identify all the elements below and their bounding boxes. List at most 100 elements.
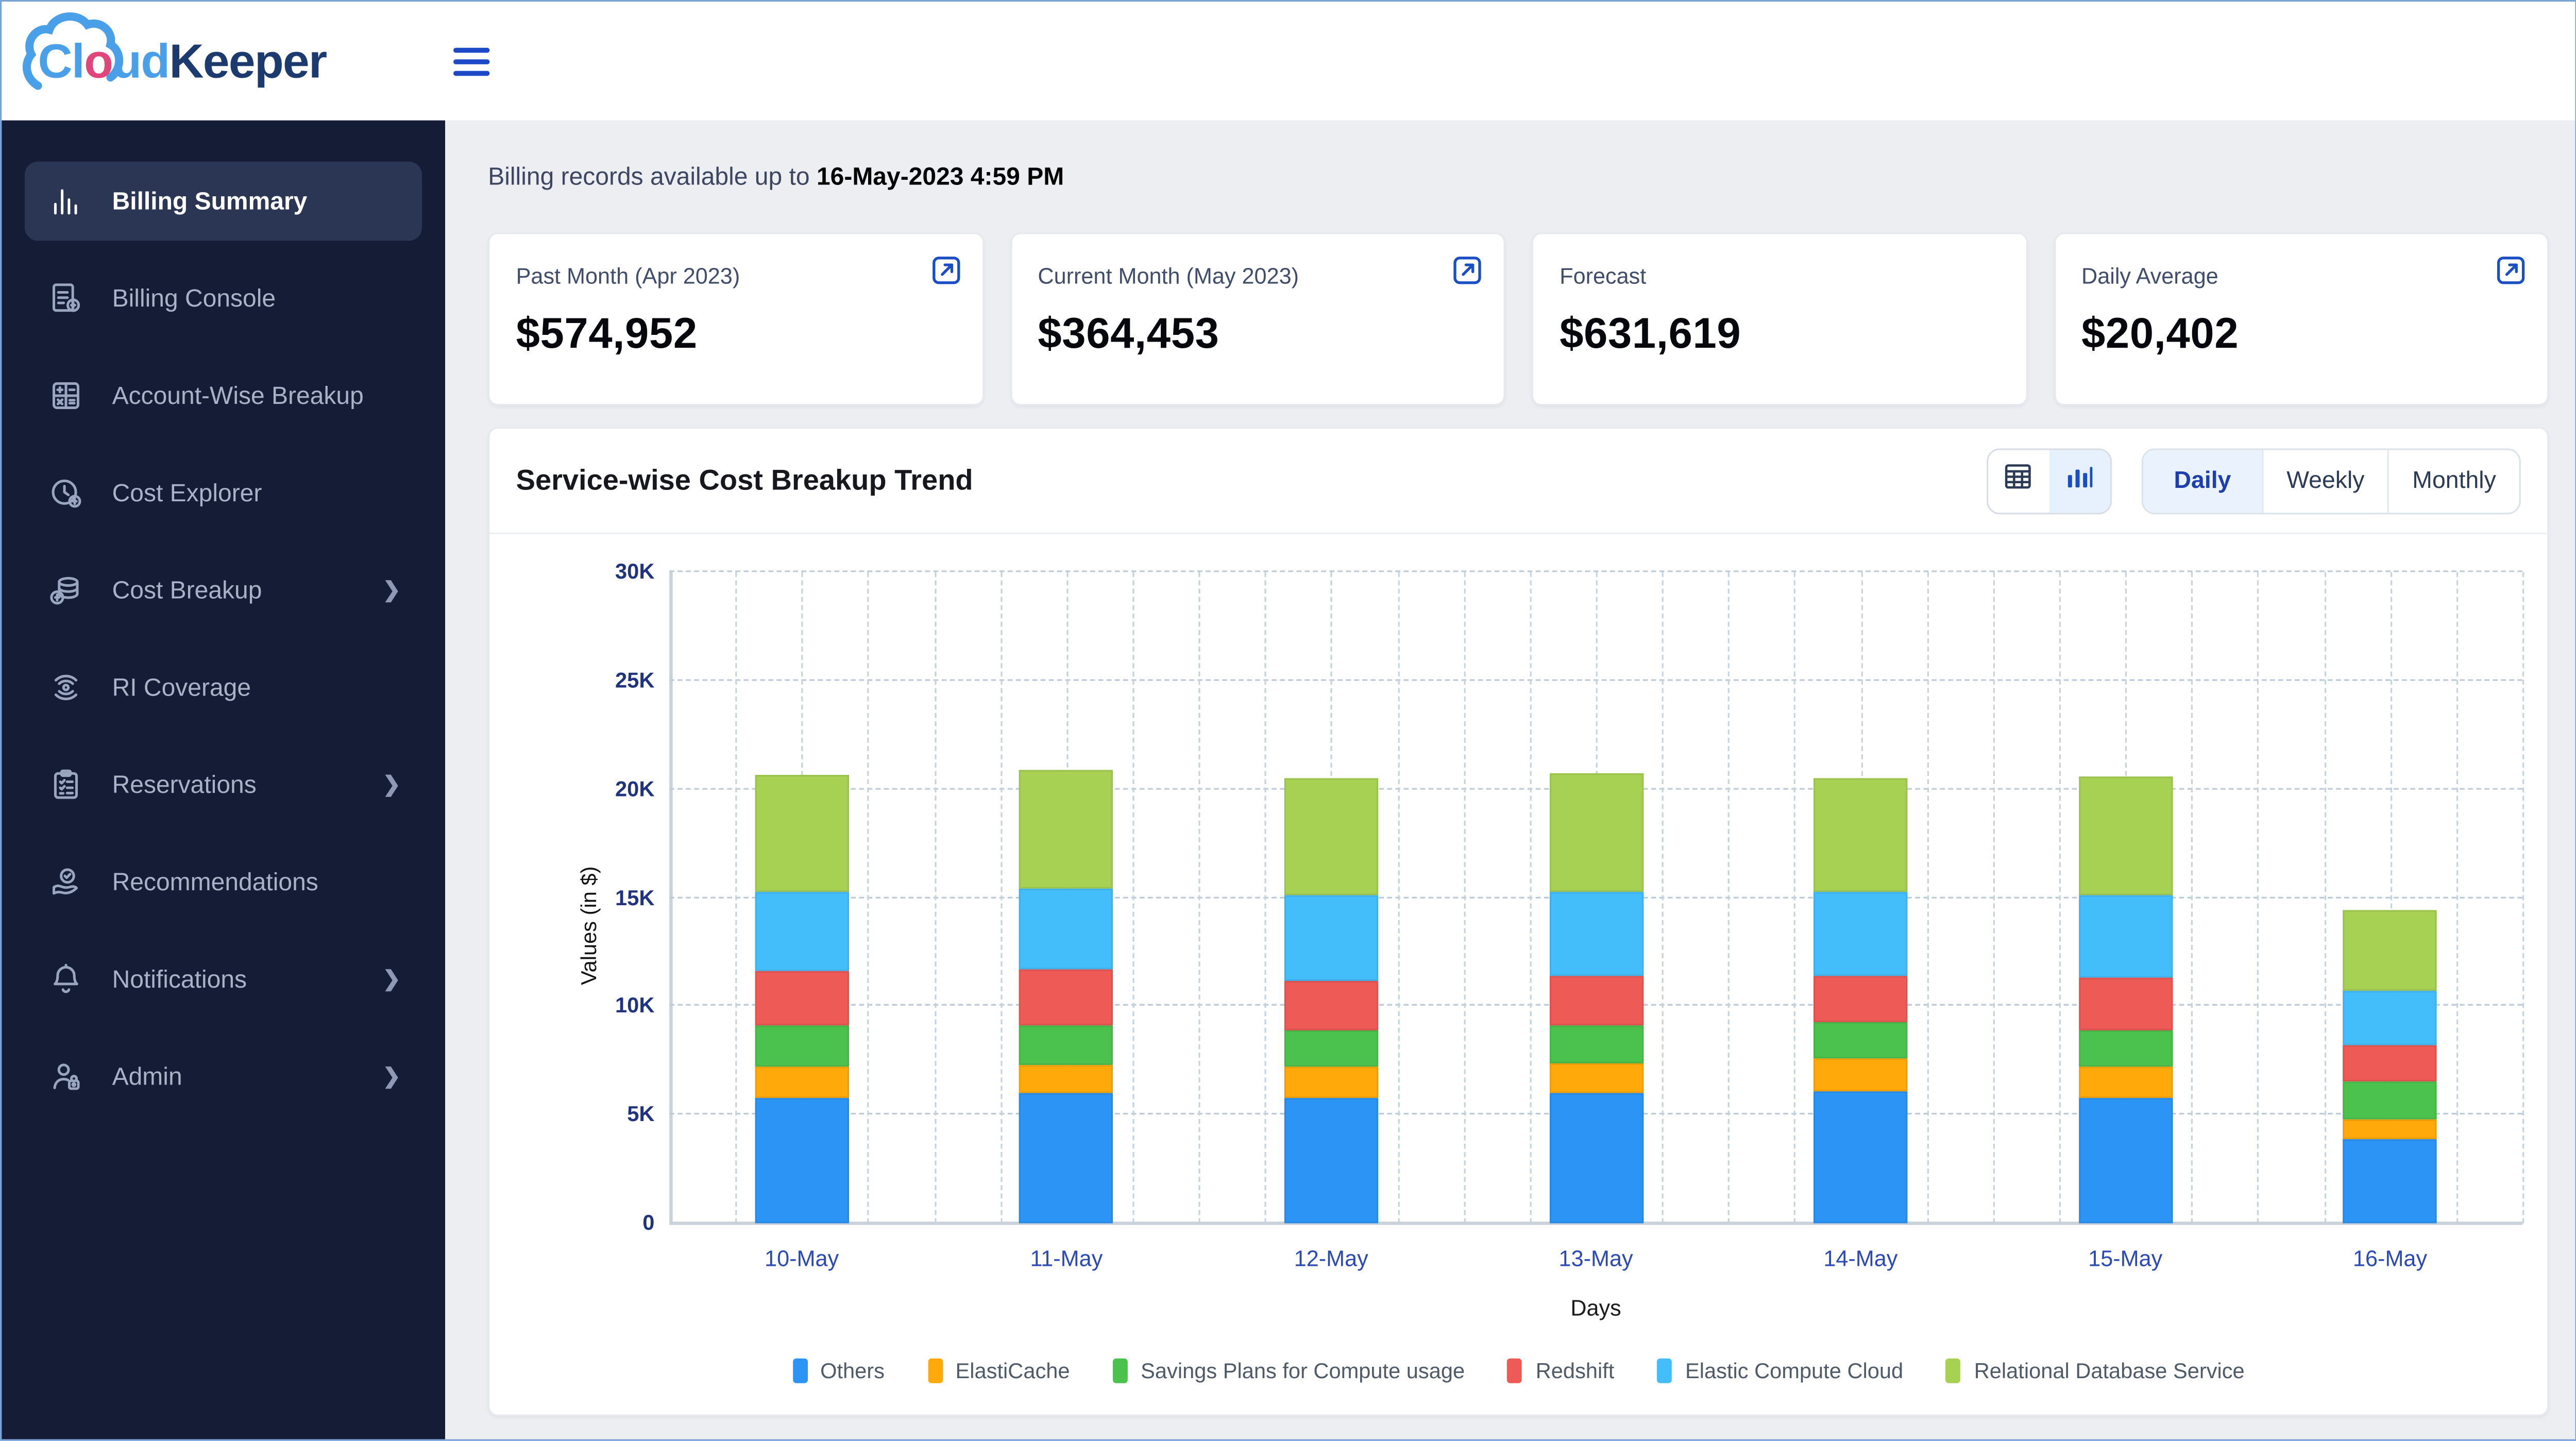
bar-segment-elasticache[interactable] (2343, 1119, 2437, 1139)
clipboard-icon (46, 765, 86, 805)
bar-segment-others[interactable] (755, 1097, 849, 1223)
external-link-icon[interactable] (2495, 254, 2528, 287)
tab-monthly[interactable]: Monthly (2387, 449, 2519, 512)
bar-chart-icon (46, 181, 86, 221)
external-link-icon[interactable] (929, 254, 962, 287)
bar-segment-redshift[interactable] (1814, 976, 1907, 1021)
stacked-bar-10-may[interactable] (755, 774, 849, 1223)
bar-segment-others[interactable] (2078, 1097, 2172, 1223)
bar-segment-elastic-compute-cloud[interactable] (1814, 891, 1907, 976)
bar-segment-savings-plans-for-compute-usage[interactable] (1020, 1026, 1113, 1065)
sidebar-item-billing-console[interactable]: Billing Console (25, 259, 422, 338)
bar-segment-elasticache[interactable] (755, 1067, 849, 1097)
stacked-bar-16-may[interactable] (2343, 911, 2437, 1224)
stacked-bar-13-may[interactable] (1549, 774, 1642, 1223)
sidebar-item-cost-breakup[interactable]: Cost Breakup❯ (25, 551, 422, 630)
legend-item-elasticache[interactable]: ElastiCache (927, 1359, 1070, 1383)
bar-segment-others[interactable] (2343, 1139, 2437, 1223)
bar-segment-others[interactable] (1814, 1091, 1907, 1223)
sidebar-item-billing-summary[interactable]: Billing Summary (25, 162, 422, 241)
bar-segment-relational-database-service[interactable] (755, 774, 849, 891)
bar-segment-savings-plans-for-compute-usage[interactable] (1549, 1026, 1642, 1063)
chevron-right-icon: ❯ (383, 772, 401, 798)
bar-segment-elasticache[interactable] (1020, 1065, 1113, 1093)
bar-segment-elastic-compute-cloud[interactable] (2343, 991, 2437, 1045)
bar-segment-relational-database-service[interactable] (1020, 770, 1113, 889)
y-tick-label: 5K (552, 1101, 654, 1126)
bar-segment-relational-database-service[interactable] (1549, 774, 1642, 891)
bar-segment-relational-database-service[interactable] (2078, 776, 2172, 896)
bar-segment-others[interactable] (1284, 1097, 1378, 1223)
gridline-vertical (1397, 572, 1399, 1223)
sidebar-item-notifications[interactable]: Notifications❯ (25, 940, 422, 1019)
bar-segment-savings-plans-for-compute-usage[interactable] (1814, 1022, 1907, 1059)
sidebar-item-label: Cost Breakup (112, 576, 383, 604)
bar-segment-relational-database-service[interactable] (1284, 778, 1378, 896)
bar-segment-elasticache[interactable] (1549, 1063, 1642, 1093)
bar-segment-elasticache[interactable] (1284, 1067, 1378, 1097)
bar-segment-elastic-compute-cloud[interactable] (1549, 891, 1642, 976)
hamburger-menu-icon[interactable] (453, 40, 489, 81)
bar-segment-redshift[interactable] (1549, 976, 1642, 1026)
external-link-icon[interactable] (1451, 254, 1484, 287)
y-tick-label: 15K (552, 885, 654, 909)
bar-segment-savings-plans-for-compute-usage[interactable] (755, 1026, 849, 1067)
chart-view-button[interactable] (2049, 449, 2110, 512)
bar-segment-elastic-compute-cloud[interactable] (755, 891, 849, 972)
bar-segment-savings-plans-for-compute-usage[interactable] (2343, 1082, 2437, 1120)
coverage-icon (46, 668, 86, 707)
legend-item-elastic-compute-cloud[interactable]: Elastic Compute Cloud (1657, 1359, 1904, 1383)
sidebar-item-account-wise-breakup[interactable]: Account-Wise Breakup (25, 356, 422, 435)
bar-segment-elasticache[interactable] (1814, 1058, 1907, 1091)
stacked-bar-12-may[interactable] (1284, 778, 1378, 1224)
bar-segment-redshift[interactable] (2078, 978, 2172, 1030)
legend-swatch (1946, 1359, 1961, 1383)
bar-segment-elasticache[interactable] (2078, 1067, 2172, 1097)
cloudkeeper-logo: CloudKeeper (25, 15, 417, 107)
gridline-vertical (1927, 572, 1928, 1223)
legend-item-relational-database-service[interactable]: Relational Database Service (1946, 1359, 2244, 1383)
bar-segment-elastic-compute-cloud[interactable] (2078, 895, 2172, 978)
gridline-vertical (2522, 572, 2524, 1223)
table-view-button[interactable] (1988, 449, 2049, 512)
legend-label: Elastic Compute Cloud (1685, 1359, 1903, 1383)
bar-segment-redshift[interactable] (1284, 980, 1378, 1030)
legend-swatch (792, 1359, 807, 1383)
sidebar-item-ri-coverage[interactable]: RI Coverage (25, 648, 422, 727)
bell-icon (46, 959, 86, 999)
legend-item-savings-plans-for-compute-usage[interactable]: Savings Plans for Compute usage (1113, 1359, 1465, 1383)
tab-weekly[interactable]: Weekly (2262, 449, 2387, 512)
bar-segment-elastic-compute-cloud[interactable] (1020, 889, 1113, 970)
chart-legend: Others ElastiCache Savings Plans for Compu… (489, 1359, 2547, 1383)
bar-segment-others[interactable] (1549, 1093, 1642, 1224)
gridline-vertical (2258, 572, 2259, 1223)
bar-segment-redshift[interactable] (2343, 1045, 2437, 1082)
sidebar-item-recommendations[interactable]: Recommendations (25, 842, 422, 922)
bar-segment-others[interactable] (1020, 1093, 1113, 1224)
legend-label: Relational Database Service (1974, 1359, 2245, 1383)
sidebar-item-label: Reservations (112, 771, 383, 799)
stacked-bar-15-may[interactable] (2078, 776, 2172, 1224)
stacked-bar-14-may[interactable] (1814, 778, 1907, 1224)
bar-segment-redshift[interactable] (755, 972, 849, 1026)
sidebar-item-reservations[interactable]: Reservations❯ (25, 745, 422, 824)
stacked-bar-11-may[interactable] (1020, 770, 1113, 1223)
tab-daily[interactable]: Daily (2143, 449, 2262, 512)
bar-segment-savings-plans-for-compute-usage[interactable] (1284, 1030, 1378, 1067)
gridline-vertical (1464, 572, 1465, 1223)
bar-segment-redshift[interactable] (1020, 970, 1113, 1026)
x-axis-title: Days (669, 1296, 2522, 1320)
bar-segment-relational-database-service[interactable] (2343, 911, 2437, 991)
sidebar-item-cost-explorer[interactable]: Cost Explorer (25, 453, 422, 533)
stat-card-label: Daily Average (2081, 264, 2521, 289)
chevron-right-icon: ❯ (383, 966, 401, 992)
calculator-icon (46, 376, 86, 416)
sidebar-nav: Billing Summary Billing Console Account-Wi… (2, 121, 445, 1439)
view-toggle (1987, 448, 2112, 514)
sidebar-item-admin[interactable]: Admin❯ (25, 1037, 422, 1116)
bar-segment-elastic-compute-cloud[interactable] (1284, 895, 1378, 980)
bar-segment-relational-database-service[interactable] (1814, 778, 1907, 891)
bar-segment-savings-plans-for-compute-usage[interactable] (2078, 1030, 2172, 1067)
legend-item-others[interactable]: Others (792, 1359, 885, 1383)
legend-item-redshift[interactable]: Redshift (1507, 1359, 1614, 1383)
